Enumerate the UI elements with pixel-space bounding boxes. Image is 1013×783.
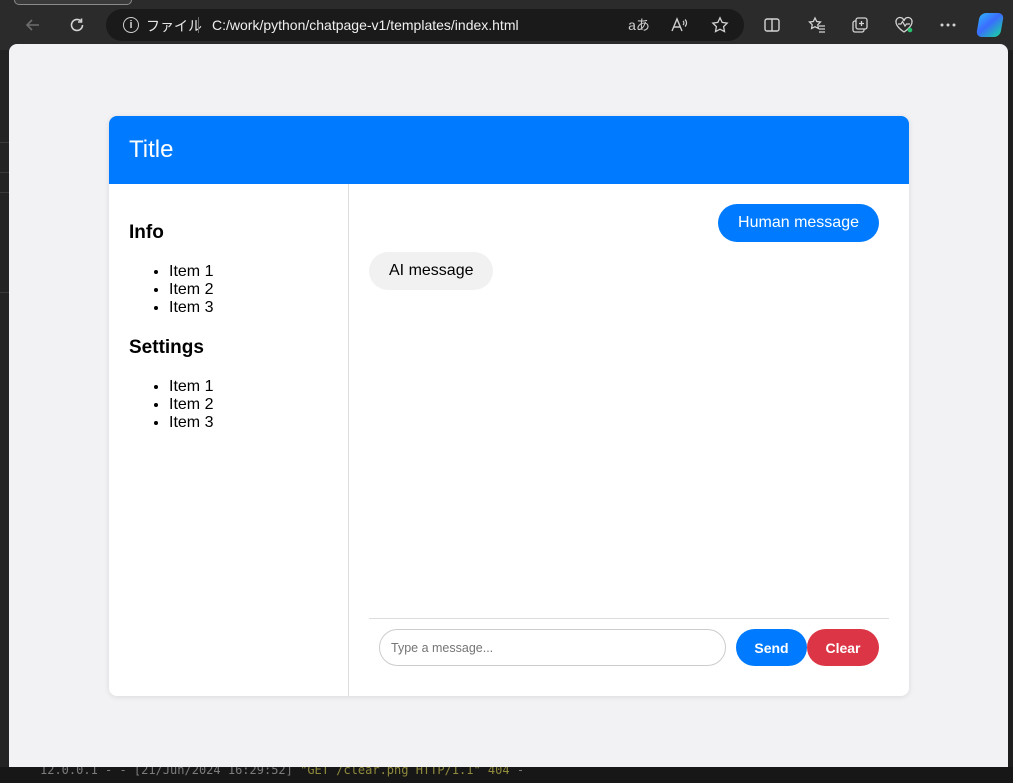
page-title: Title (129, 136, 174, 163)
collections-icon[interactable] (845, 10, 875, 40)
message-input[interactable] (379, 629, 726, 666)
background-terminal: 12.0.0.1 - - [21/Jun/2024 16:29:52] "GET… (0, 767, 1013, 783)
terminal-ip: 12.0.0.1 (40, 767, 98, 777)
list-item: Item 1 (169, 263, 213, 281)
list-item: Item 2 (169, 281, 213, 299)
favorite-star-icon[interactable] (709, 14, 731, 36)
sidebar: Info Item 1 Item 2 Item 3 Settings Item … (109, 184, 349, 696)
read-aloud-icon[interactable] (668, 14, 690, 36)
chat-divider (369, 618, 889, 619)
info-icon[interactable]: i (123, 17, 139, 33)
split-screen-icon[interactable] (757, 10, 787, 40)
address-bar[interactable]: i ファイル C:/work/python/chatpage-v1/templa… (106, 9, 744, 41)
terminal-date: - - [21/Jun/2024 16:29:52] (97, 767, 301, 777)
human-message-bubble: Human message (718, 204, 879, 242)
window-edge (0, 50, 9, 783)
more-icon[interactable] (933, 10, 963, 40)
health-icon[interactable] (889, 10, 919, 40)
address-url[interactable]: C:/work/python/chatpage-v1/templates/ind… (212, 17, 519, 33)
terminal-line: 12.0.0.1 - - [21/Jun/2024 16:29:52] "GET… (40, 767, 524, 777)
list-item: Item 3 (169, 299, 213, 317)
sidebar-list-info: Item 1 Item 2 Item 3 (169, 263, 213, 317)
refresh-icon[interactable] (62, 10, 92, 40)
sidebar-heading-settings: Settings (129, 337, 204, 358)
address-separator (198, 17, 199, 33)
translate-icon[interactable]: aあ (628, 14, 650, 36)
copilot-icon[interactable] (975, 13, 1005, 37)
card-header: Title (109, 116, 909, 184)
send-button[interactable]: Send (736, 629, 807, 666)
chat-card: Title Info Item 1 Item 2 Item 3 Settings… (109, 116, 909, 696)
back-arrow-icon[interactable] (18, 10, 48, 40)
list-item: Item 3 (169, 414, 213, 432)
browser-toolbar: i ファイル C:/work/python/chatpage-v1/templa… (0, 0, 1013, 50)
clear-button[interactable]: Clear (807, 629, 879, 666)
favorites-icon[interactable] (802, 10, 832, 40)
list-item: Item 1 (169, 378, 213, 396)
chat-panel: Human message AI message Send Clear (349, 184, 909, 696)
address-file-label: ファイル (146, 18, 202, 34)
page-viewport: Title Info Item 1 Item 2 Item 3 Settings… (9, 44, 1008, 767)
terminal-suffix: - (509, 767, 525, 777)
sidebar-heading-info: Info (129, 222, 164, 243)
active-tab-edge[interactable] (14, 0, 132, 5)
terminal-request: "GET /clear.png HTTP/1.1" 404 (300, 767, 510, 777)
list-item: Item 2 (169, 396, 213, 414)
sidebar-list-settings: Item 1 Item 2 Item 3 (169, 378, 213, 432)
translate-glyph: aあ (628, 17, 650, 33)
ai-message-bubble: AI message (369, 252, 494, 290)
